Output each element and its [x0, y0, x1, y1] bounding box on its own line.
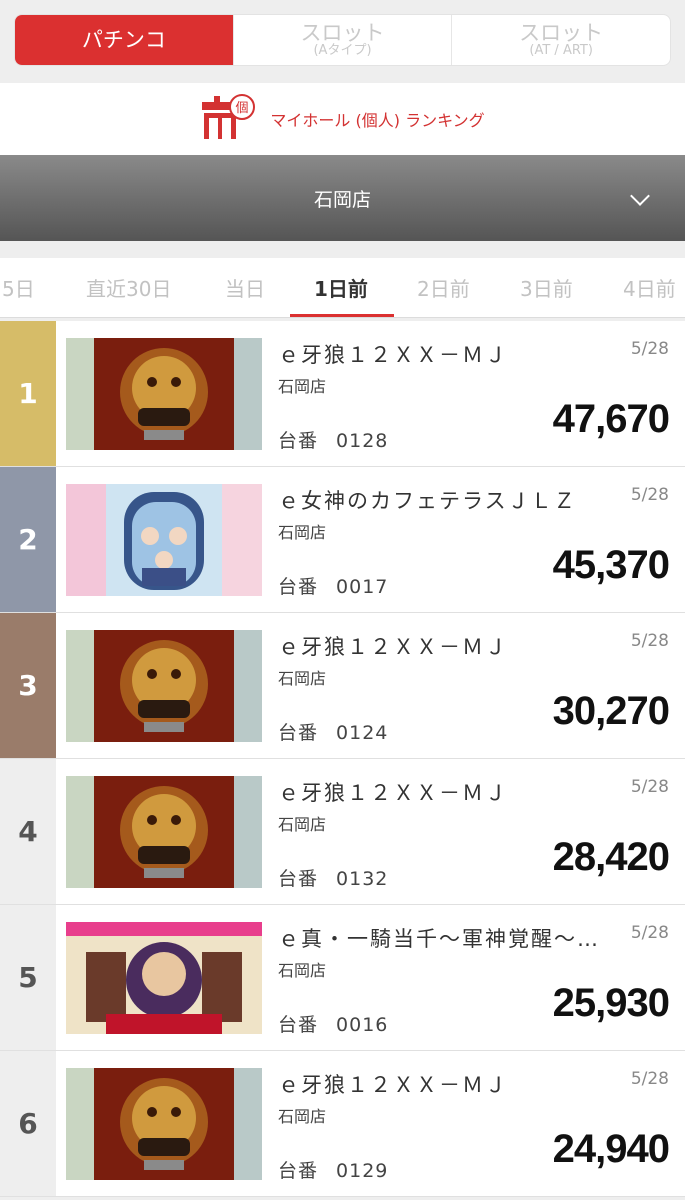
payout-value: 25,930	[552, 981, 670, 1025]
tab-slot-at-sublabel: (AT / ART)	[529, 43, 593, 58]
tab-date-3-days-ago[interactable]: 3日前	[520, 258, 573, 317]
section-gap	[0, 241, 685, 258]
rank-badge-silver: 2	[0, 467, 56, 612]
machine-title: ｅ真・一騎当千～軍神覚醒～…	[278, 927, 600, 951]
tab-slot-at-label: スロット	[519, 21, 604, 45]
ranking-date: 5/28	[630, 1069, 669, 1089]
machine-number-value: 0124	[336, 722, 389, 744]
machine-number: 台番 0124	[278, 718, 388, 745]
machine-number-label: 台番	[278, 576, 319, 598]
machine-thumbnail	[66, 776, 262, 888]
machine-title: ｅ女神のカフェテラスＪＬＺ	[278, 489, 577, 513]
machine-number: 台番 0129	[278, 1156, 388, 1183]
tab-pachinko[interactable]: パチンコ	[15, 15, 233, 65]
rank-badge: 5	[0, 905, 56, 1050]
tab-date-1-day-ago[interactable]: 1日前	[314, 258, 368, 317]
ranking-row[interactable]: 2 ｅ女神のカフェテラスＪＬＺ 5/28 石岡店 台番 0017 45,370	[0, 467, 685, 613]
payout-value: 28,420	[552, 835, 670, 879]
payout-value: 30,270	[552, 689, 670, 733]
rank-badge-gold: 1	[0, 321, 56, 466]
machine-number-value: 0128	[336, 430, 389, 452]
chevron-down-icon	[630, 186, 650, 206]
ranking-date: 5/28	[630, 631, 669, 651]
machine-number: 台番 0128	[278, 426, 388, 453]
tab-slot-a-label: スロット	[300, 21, 385, 45]
store-name: 石岡店	[313, 188, 371, 211]
machine-thumbnail	[66, 922, 262, 1034]
ranking-date: 5/28	[630, 923, 669, 943]
machine-title: ｅ牙狼１２ＸＸ－ＭＪ	[278, 343, 508, 367]
shop-name: 石岡店	[278, 523, 327, 542]
personal-badge: 個	[236, 101, 249, 116]
ranking-row[interactable]: 4 ｅ牙狼１２ＸＸ－ＭＪ 5/28 石岡店 台番 0132 28,420	[0, 759, 685, 905]
machine-title: ｅ牙狼１２ＸＸ－ＭＪ	[278, 1073, 508, 1097]
store-selector[interactable]: 石岡店	[0, 155, 685, 241]
ranking-date: 5/28	[630, 339, 669, 359]
tab-slot-a-type[interactable]: スロット (Aタイプ)	[232, 15, 452, 65]
ranking-date: 5/28	[630, 777, 669, 797]
my-hall-ranking-banner[interactable]: 個 マイホール (個人) ランキング	[0, 83, 685, 155]
machine-thumbnail	[66, 484, 262, 596]
tab-slot-at-art[interactable]: スロット (AT / ART)	[451, 15, 670, 65]
ranking-row[interactable]: 1 ｅ牙狼１２ＸＸ－ＭＪ 5/28 石岡店 台番 0128 47,670	[0, 321, 685, 467]
machine-number-label: 台番	[278, 868, 319, 890]
machine-title: ｅ牙狼１２ＸＸ－ＭＪ	[278, 781, 508, 805]
machine-number-value: 0017	[336, 576, 389, 598]
machine-number-label: 台番	[278, 430, 319, 452]
active-tab-indicator	[290, 314, 394, 317]
ranking-date: 5/28	[630, 485, 669, 505]
machine-number: 台番 0132	[278, 864, 388, 891]
tab-pachinko-label: パチンコ	[81, 28, 166, 52]
tab-date-5d[interactable]: 5日	[2, 258, 35, 317]
shop-name: 石岡店	[278, 669, 327, 688]
machine-number-value: 0132	[336, 868, 389, 890]
machine-type-tabs-area: パチンコ スロット (Aタイプ) スロット (AT / ART)	[0, 0, 685, 83]
tab-date-today[interactable]: 当日	[225, 258, 265, 317]
tab-date-2-days-ago[interactable]: 2日前	[417, 258, 470, 317]
date-tabs: 5日 直近30日 当日 1日前 2日前 3日前 4日前	[0, 258, 685, 318]
payout-value: 24,940	[552, 1127, 670, 1171]
tab-date-4-days-ago[interactable]: 4日前	[623, 258, 676, 317]
machine-number-label: 台番	[278, 722, 319, 744]
shop-name: 石岡店	[278, 1107, 327, 1126]
ranking-row[interactable]: 3 ｅ牙狼１２ＸＸ－ＭＪ 5/28 石岡店 台番 0124 30,270	[0, 613, 685, 759]
machine-thumbnail	[66, 1068, 262, 1180]
tab-slot-a-sublabel: (Aタイプ)	[313, 43, 372, 58]
rank-badge: 4	[0, 759, 56, 904]
machine-number-value: 0129	[336, 1160, 389, 1182]
machine-number-value: 0016	[336, 1014, 389, 1036]
rank-badge: 6	[0, 1051, 56, 1196]
machine-thumbnail	[66, 630, 262, 742]
machine-type-tabs: パチンコ スロット (Aタイプ) スロット (AT / ART)	[14, 14, 671, 66]
shop-name: 石岡店	[278, 815, 327, 834]
machine-number-label: 台番	[278, 1014, 319, 1036]
machine-title: ｅ牙狼１２ＸＸ－ＭＪ	[278, 635, 508, 659]
tab-date-30d[interactable]: 直近30日	[86, 258, 171, 317]
my-hall-ranking-label: マイホール (個人) ランキング	[270, 111, 485, 130]
ranking-row[interactable]: 6 ｅ牙狼１２ＸＸ－ＭＪ 5/28 石岡店 台番 0129 24,940	[0, 1051, 685, 1197]
rank-badge-bronze: 3	[0, 613, 56, 758]
machine-number: 台番 0016	[278, 1010, 388, 1037]
shop-name: 石岡店	[278, 377, 327, 396]
machine-number-label: 台番	[278, 1160, 319, 1182]
machine-thumbnail	[66, 338, 262, 450]
shop-name: 石岡店	[278, 961, 327, 980]
payout-value: 47,670	[552, 397, 670, 441]
payout-value: 45,370	[552, 543, 670, 587]
ranking-list: 1 ｅ牙狼１２ＸＸ－ＭＪ 5/28 石岡店 台番 0128 47,670 2 ｅ女…	[0, 321, 685, 1197]
machine-number: 台番 0017	[278, 572, 388, 599]
ranking-row[interactable]: 5 ｅ真・一騎当千～軍神覚醒～… 5/28 石岡店 台番 0016 25,930	[0, 905, 685, 1051]
hall-store-icon: 個	[200, 94, 256, 144]
